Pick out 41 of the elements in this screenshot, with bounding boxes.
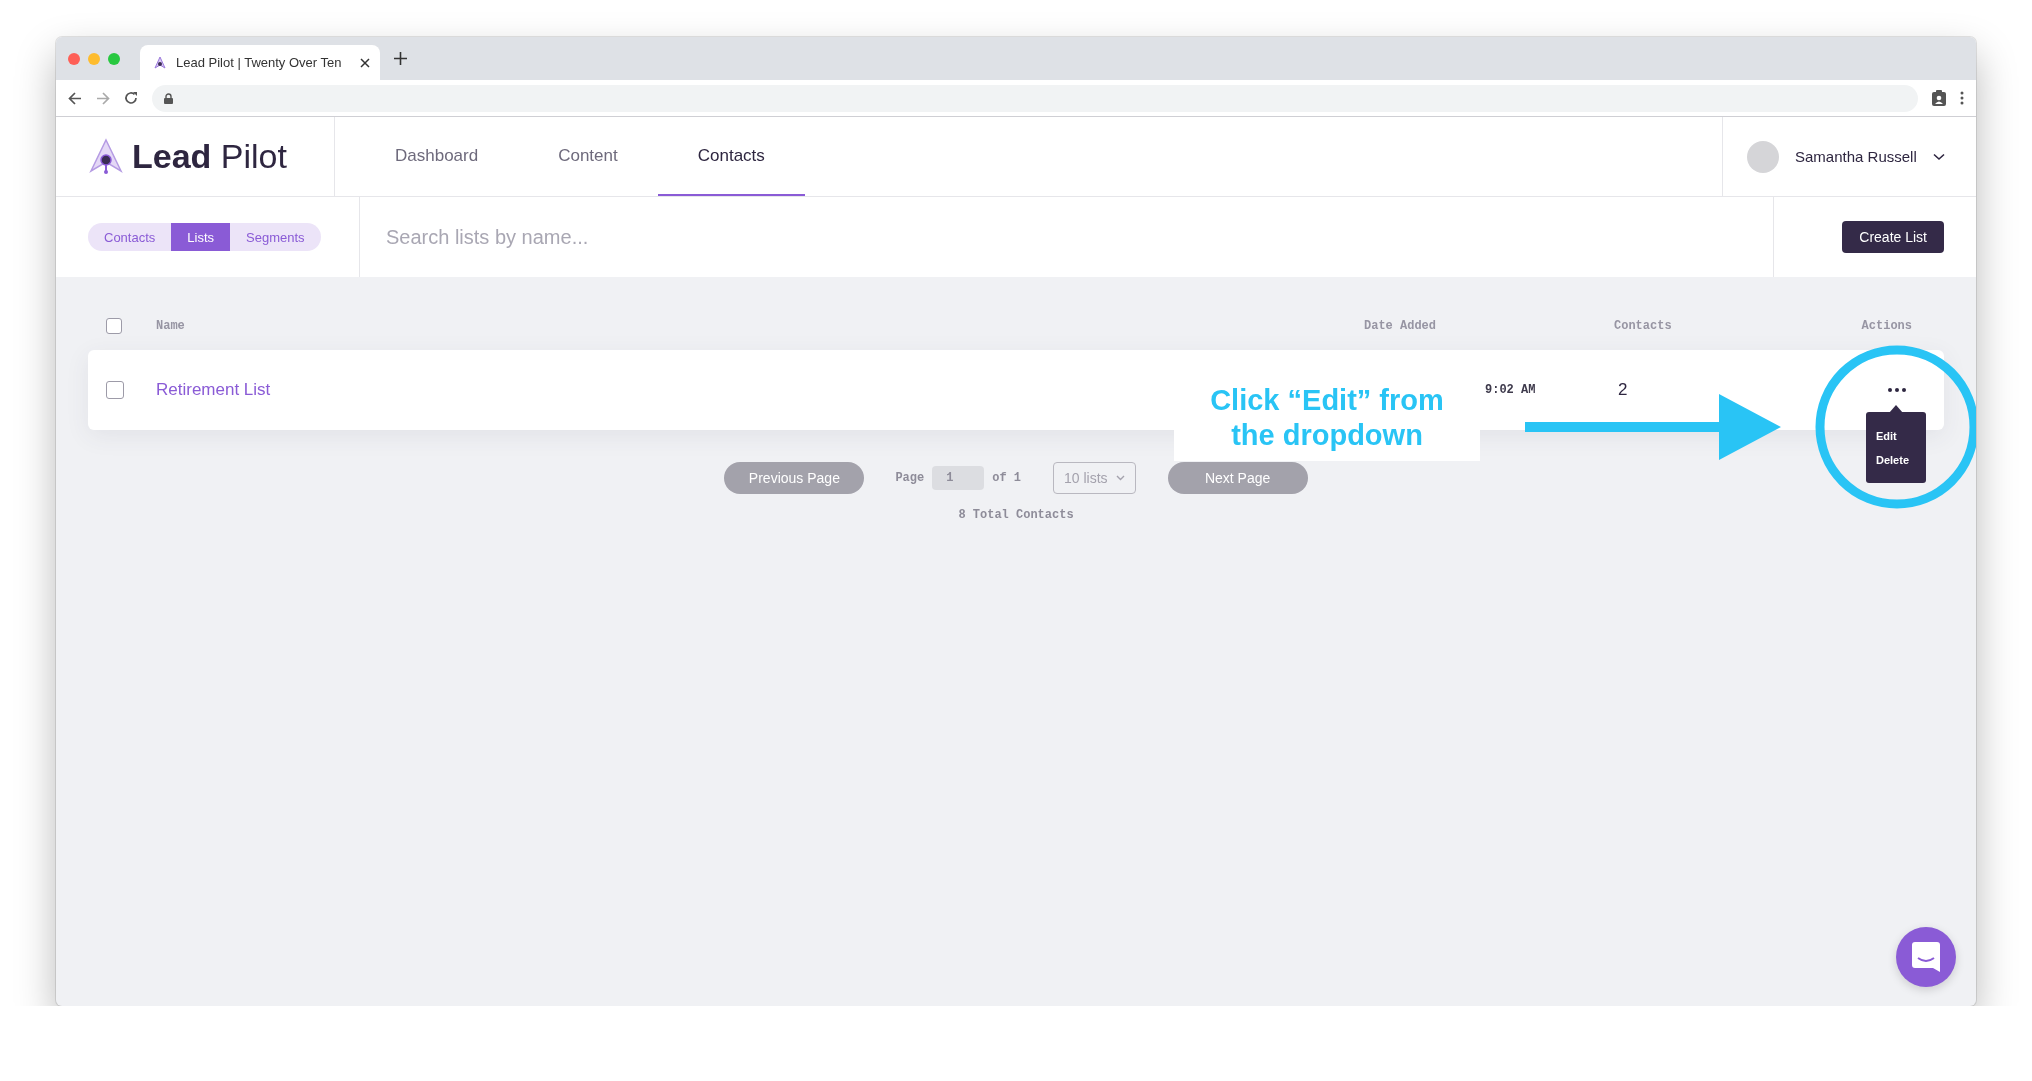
checkbox[interactable]	[106, 318, 122, 334]
total-contacts-text: 8 Total Contacts	[958, 508, 1074, 522]
page-count: of 1	[992, 471, 1021, 485]
tab-title: Lead Pilot | Twenty Over Ten	[176, 55, 343, 70]
user-menu[interactable]: Samantha Russell	[1722, 117, 1976, 196]
menu-item[interactable]: Delete	[1876, 453, 1926, 466]
browser-tab[interactable]: Lead Pilot | Twenty Over Ten	[140, 45, 380, 80]
column-header: Name	[156, 319, 186, 333]
more-options-icon[interactable]	[1888, 388, 1906, 392]
reload-icon[interactable]	[124, 91, 138, 105]
column-header: Contacts	[1614, 319, 1673, 333]
nav-tab[interactable]: Content	[518, 117, 658, 196]
chevron-down-icon	[1115, 475, 1125, 481]
lock-icon	[164, 92, 173, 104]
logo-text: Lead Pilot	[132, 137, 287, 176]
date-cell-text: 9:02 AM	[1484, 383, 1537, 397]
column-header: Date Added	[1364, 319, 1437, 333]
chat-bubble-icon	[1911, 941, 1941, 973]
segment-tab[interactable]: Lists	[171, 223, 231, 251]
rocket-icon	[154, 55, 166, 70]
rocket-logo-icon	[88, 137, 124, 176]
profile-badge-icon[interactable]	[1932, 90, 1946, 106]
kebab-menu-icon[interactable]	[1960, 91, 1964, 105]
chevron-down-icon	[1932, 152, 1945, 161]
column-header: Actions	[1860, 319, 1912, 333]
back-arrow-icon[interactable]	[68, 91, 82, 105]
nav-tab[interactable]: Dashboard	[355, 117, 519, 196]
menu-item[interactable]: Edit	[1876, 429, 1926, 442]
page-label: Page	[895, 471, 925, 485]
segment-tab[interactable]: Segments	[230, 223, 321, 251]
list-name-link[interactable]: Retirement List	[156, 380, 271, 400]
search-field[interactable]: Search lists by name...	[384, 224, 1188, 250]
segment-tab[interactable]: Contacts	[88, 223, 172, 251]
close-icon[interactable]	[360, 57, 370, 68]
avatar-placeholder	[1747, 140, 1779, 173]
plus-icon[interactable]	[394, 52, 407, 65]
close-window-icon[interactable]	[68, 52, 80, 65]
contacts-count: 2	[1617, 380, 1629, 400]
checkbox[interactable]	[106, 381, 124, 399]
create-list-button[interactable]: Create List	[1842, 221, 1944, 253]
chat-launcher-button[interactable]	[1896, 927, 1956, 987]
